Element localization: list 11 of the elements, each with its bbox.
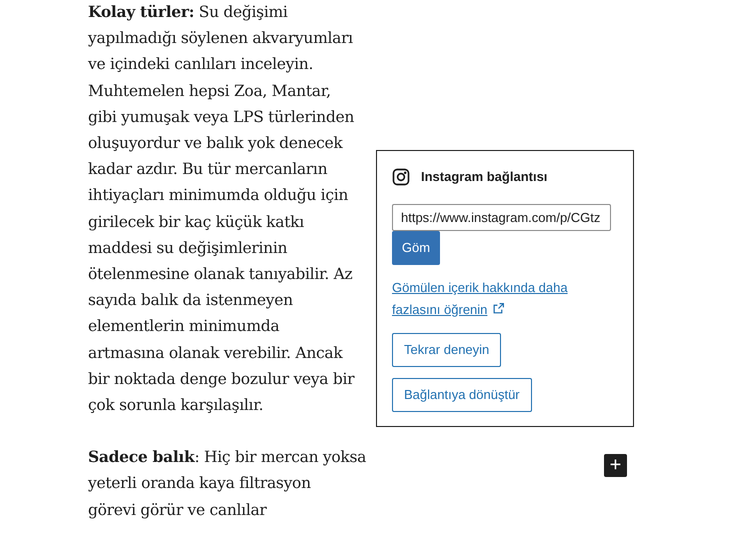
outline-button[interactable]: Tekrar deneyin [392, 332, 502, 366]
embed-title: Instagram bağlantısı [421, 168, 548, 186]
add-block-button[interactable]: + [604, 454, 627, 476]
external-link-icon [492, 302, 506, 316]
camera-icon [392, 168, 410, 186]
learn-more-link[interactable]: Gömülen içerik hakkında daha fazlasını öğrenin [392, 276, 618, 320]
paragraph: Kolay türler: Su değişimi yapılmadığı söylenen akvaryumları ve içindeki canlıları inceleyin. Muhtemelen hepsi Zoa, Mantar, gibi yumuşak veya LPS türlerinden oluşuyordur ve balık yok denecek kadar azdır. Bu tür mercanların ihtiyaçları minimumda olduğu için girilecek bir kaç küçük katkı maddesi su değişimlerinin ötelenmesine olanak tanıyabilir. Az sayıda balık da istenmeyen elementlerin minimumda artmasına olanak verebilir. Ancak bir noktada denge bozulur veya bir çok sorunla karşılaşılır. [88, 1, 354, 416]
outline-button[interactable]: Bağlantıya dönüştür [392, 378, 532, 412]
embed-button[interactable]: Göm [392, 230, 440, 264]
url-field[interactable]: https://www.instagram.com/p/CGtz [392, 204, 611, 230]
paragraph: Sadece balık: Hiç bir mercan yoksa yeterli oranda kaya filtrasyon görevi görür ve canlılar [88, 446, 366, 521]
